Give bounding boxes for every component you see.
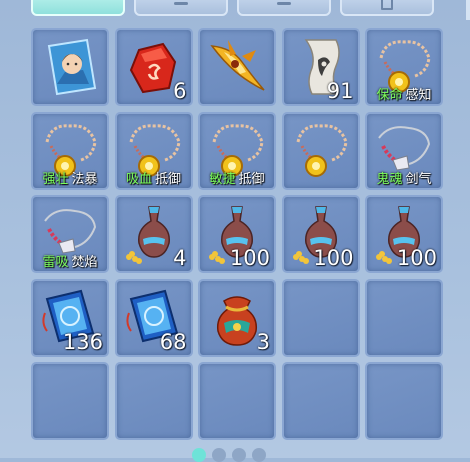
item-tag-primary: 敏捷 bbox=[209, 171, 236, 187]
page-dot-2[interactable] bbox=[212, 448, 226, 462]
inventory-slot[interactable]: 4 bbox=[114, 195, 193, 273]
panel-edge bbox=[466, 0, 470, 20]
tab-2[interactable] bbox=[134, 0, 228, 16]
inventory-slot[interactable] bbox=[198, 28, 276, 106]
inventory-slot-empty[interactable] bbox=[31, 362, 109, 440]
item-count: 100 bbox=[396, 246, 437, 270]
tab-dash-icon bbox=[277, 2, 291, 5]
inventory-slot-empty[interactable] bbox=[365, 278, 443, 357]
item-count: 6 bbox=[173, 79, 187, 103]
inventory-slot[interactable]: 鬼魂 剑气 bbox=[365, 111, 443, 190]
golden-blade-icon bbox=[210, 40, 265, 91]
item-tag-primary: 保命 bbox=[376, 88, 403, 103]
inventory-slot-empty[interactable] bbox=[365, 362, 443, 440]
item-tag-secondary: 抵御 bbox=[155, 171, 182, 187]
bag-tabs bbox=[0, 0, 470, 20]
inventory-slot[interactable]: 100 bbox=[198, 195, 276, 273]
item-tag-secondary: 抵御 bbox=[238, 171, 265, 187]
inventory-slot[interactable]: 雷吸 焚焰 bbox=[31, 195, 109, 273]
item-count: 100 bbox=[313, 246, 354, 270]
inventory-slot[interactable]: 68 bbox=[114, 278, 193, 357]
tab-box-icon bbox=[381, 0, 393, 10]
item-count: 4 bbox=[173, 246, 187, 270]
item-tags: 敏捷 抵御 bbox=[202, 168, 272, 187]
item-tag-primary: 吸血 bbox=[125, 171, 152, 187]
inventory-slot[interactable]: 敏捷 抵御 bbox=[198, 111, 276, 190]
tab-3[interactable] bbox=[237, 0, 331, 16]
inventory-slot[interactable] bbox=[281, 111, 360, 190]
inventory-slot[interactable]: 强壮 法暴 bbox=[31, 111, 109, 190]
page-dot-1[interactable] bbox=[192, 448, 206, 462]
inventory-slot[interactable]: 136 bbox=[31, 278, 109, 357]
item-tags bbox=[286, 172, 356, 187]
item-tags: 雷吸 焚焰 bbox=[35, 251, 105, 270]
tab-1[interactable] bbox=[31, 0, 125, 16]
item-tag-secondary: 法暴 bbox=[71, 171, 98, 187]
item-count: 91 bbox=[326, 79, 354, 103]
item-tag-secondary: 剑气 bbox=[405, 171, 432, 187]
inventory-slot[interactable]: 3 bbox=[198, 278, 276, 357]
portrait-card-icon bbox=[47, 38, 97, 96]
item-tag-secondary: 感知 bbox=[405, 88, 432, 103]
item-tags: 吸血 抵御 bbox=[119, 168, 189, 187]
item-tags: 鬼魂 剑气 bbox=[369, 168, 439, 187]
inventory-slot-empty[interactable] bbox=[114, 362, 193, 440]
page-indicator bbox=[192, 448, 266, 462]
item-count: 3 bbox=[256, 329, 270, 354]
item-tag-primary: 鬼魂 bbox=[376, 171, 403, 187]
item-count: 100 bbox=[229, 246, 270, 270]
inventory-slot-empty[interactable] bbox=[198, 362, 276, 440]
inventory-slot[interactable]: 100 bbox=[281, 195, 360, 273]
inventory-slot[interactable]: 6 bbox=[114, 28, 193, 106]
inventory-slot[interactable]: 91 bbox=[281, 28, 360, 106]
item-tag-primary: 雷吸 bbox=[42, 255, 69, 270]
inventory-slot-empty[interactable] bbox=[281, 362, 360, 440]
page-dot-4[interactable] bbox=[252, 448, 266, 462]
item-tags: 强壮 法暴 bbox=[35, 168, 105, 187]
item-count: 136 bbox=[62, 329, 103, 354]
page-dot-3[interactable] bbox=[232, 448, 246, 462]
inventory-slot[interactable]: 吸血 抵御 bbox=[114, 111, 193, 190]
tab-dash-icon bbox=[174, 2, 188, 5]
item-tag-secondary: 焚焰 bbox=[71, 255, 98, 270]
inventory-slot[interactable]: 保命 感知 bbox=[365, 28, 443, 106]
item-tags: 保命 感知 bbox=[369, 84, 439, 103]
item-count: 68 bbox=[159, 329, 187, 354]
inventory-slot[interactable]: 100 bbox=[365, 195, 443, 273]
tab-4[interactable] bbox=[340, 0, 434, 16]
item-tag-primary: 强壮 bbox=[42, 171, 69, 187]
inventory-grid: 6 91 保命 感知 强壮 法暴 吸血 抵御 敏捷 抵御 鬼魂 剑气 雷吸 焚焰… bbox=[31, 28, 443, 440]
inventory-slot-empty[interactable] bbox=[281, 278, 360, 357]
inventory-slot[interactable] bbox=[31, 28, 109, 106]
